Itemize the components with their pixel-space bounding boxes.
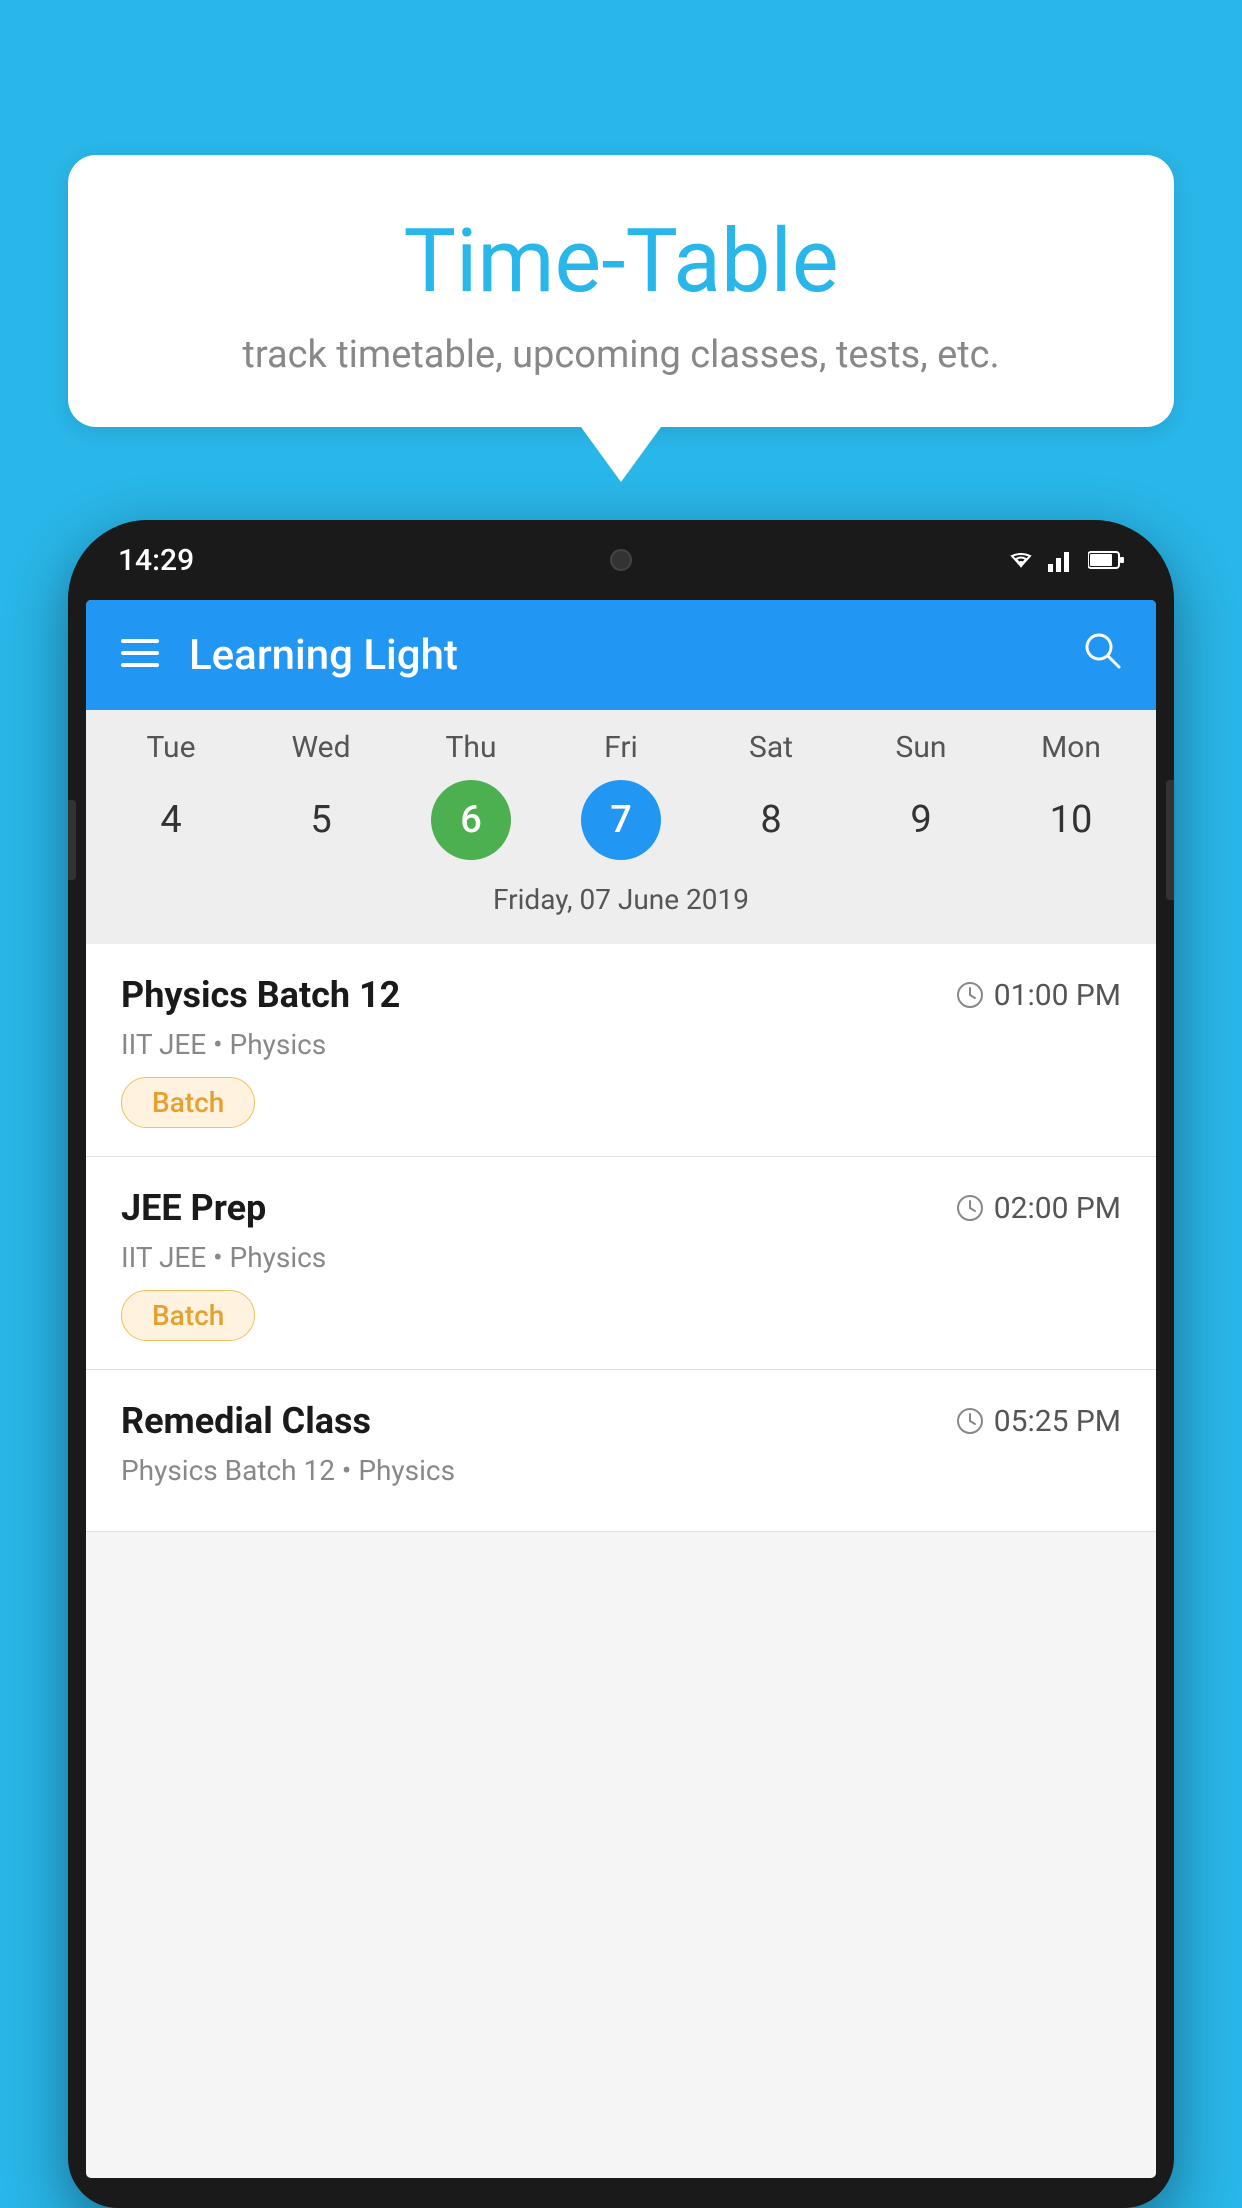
calendar-strip: Tue Wed Thu Fri Sat Sun Mon 4 5 6 7 8 9 … [86, 710, 1156, 944]
schedule-item-1-badge: Batch [121, 1077, 255, 1128]
signal-icon [1048, 548, 1076, 572]
day-header-thu: Thu [431, 730, 511, 765]
status-bar: 14:29 [68, 520, 1174, 600]
hamburger-icon[interactable] [121, 637, 159, 673]
clock-icon-1 [956, 981, 984, 1009]
schedule-item-1-title: Physics Batch 12 [121, 974, 400, 1016]
day-header-sun: Sun [881, 730, 961, 765]
schedule-item-2-badge: Batch [121, 1290, 255, 1341]
schedule-item-3-title: Remedial Class [121, 1400, 371, 1442]
schedule-item-3-time-text: 05:25 PM [994, 1404, 1121, 1439]
selected-date-label: Friday, 07 June 2019 [86, 875, 1156, 934]
status-icons [1006, 548, 1124, 572]
bubble-arrow [581, 427, 661, 482]
schedule-item-2-header: JEE Prep 02:00 PM [121, 1187, 1121, 1229]
schedule-item-3-header: Remedial Class 05:25 PM [121, 1400, 1121, 1442]
speech-bubble-card: Time-Table track timetable, upcoming cla… [68, 155, 1174, 427]
day-10[interactable]: 10 [1031, 780, 1111, 860]
wifi-icon [1006, 548, 1036, 572]
search-icon[interactable] [1083, 631, 1121, 679]
day-numbers: 4 5 6 7 8 9 10 [86, 780, 1156, 860]
day-6-today[interactable]: 6 [431, 780, 511, 860]
schedule-item-1-time-text: 01:00 PM [994, 978, 1121, 1013]
speech-bubble-section: Time-Table track timetable, upcoming cla… [68, 155, 1174, 482]
app-bar: Learning Light [86, 600, 1156, 710]
schedule-item-3-subtitle: Physics Batch 12 • Physics [121, 1454, 1121, 1487]
day-headers: Tue Wed Thu Fri Sat Sun Mon [86, 730, 1156, 765]
phone-screen: Learning Light Tue Wed Thu Fri Sat Sun M… [86, 600, 1156, 2178]
schedule-item-2-time: 02:00 PM [956, 1191, 1121, 1226]
day-header-fri: Fri [581, 730, 661, 765]
phone-power-button [1166, 780, 1174, 900]
schedule-item-3[interactable]: Remedial Class 05:25 PM Physics Batch 12… [86, 1370, 1156, 1532]
clock-icon-3 [956, 1407, 984, 1435]
day-8[interactable]: 8 [731, 780, 811, 860]
phone-frame: 14:29 [68, 520, 1174, 2208]
day-4[interactable]: 4 [131, 780, 211, 860]
day-header-sat: Sat [731, 730, 811, 765]
battery-icon [1088, 550, 1124, 570]
schedule-item-2-subtitle: IIT JEE • Physics [121, 1241, 1121, 1274]
schedule-item-1-subtitle: IIT JEE • Physics [121, 1028, 1121, 1061]
schedule-item-1[interactable]: Physics Batch 12 01:00 PM IIT JEE • Phys… [86, 944, 1156, 1157]
schedule-item-2[interactable]: JEE Prep 02:00 PM IIT JEE • Physics Batc… [86, 1157, 1156, 1370]
schedule-list: Physics Batch 12 01:00 PM IIT JEE • Phys… [86, 944, 1156, 1532]
status-time: 14:29 [118, 543, 194, 578]
bubble-title: Time-Table [128, 210, 1114, 313]
schedule-item-2-time-text: 02:00 PM [994, 1191, 1121, 1226]
schedule-item-1-time: 01:00 PM [956, 978, 1121, 1013]
day-9[interactable]: 9 [881, 780, 961, 860]
schedule-item-2-title: JEE Prep [121, 1187, 266, 1229]
day-header-wed: Wed [281, 730, 361, 765]
schedule-item-1-header: Physics Batch 12 01:00 PM [121, 974, 1121, 1016]
day-header-tue: Tue [131, 730, 211, 765]
app-title: Learning Light [189, 631, 1083, 680]
day-7-selected[interactable]: 7 [581, 780, 661, 860]
clock-icon-2 [956, 1194, 984, 1222]
bubble-subtitle: track timetable, upcoming classes, tests… [128, 333, 1114, 377]
phone-volume-button [68, 800, 76, 880]
schedule-item-3-time: 05:25 PM [956, 1404, 1121, 1439]
day-5[interactable]: 5 [281, 780, 361, 860]
day-header-mon: Mon [1031, 730, 1111, 765]
